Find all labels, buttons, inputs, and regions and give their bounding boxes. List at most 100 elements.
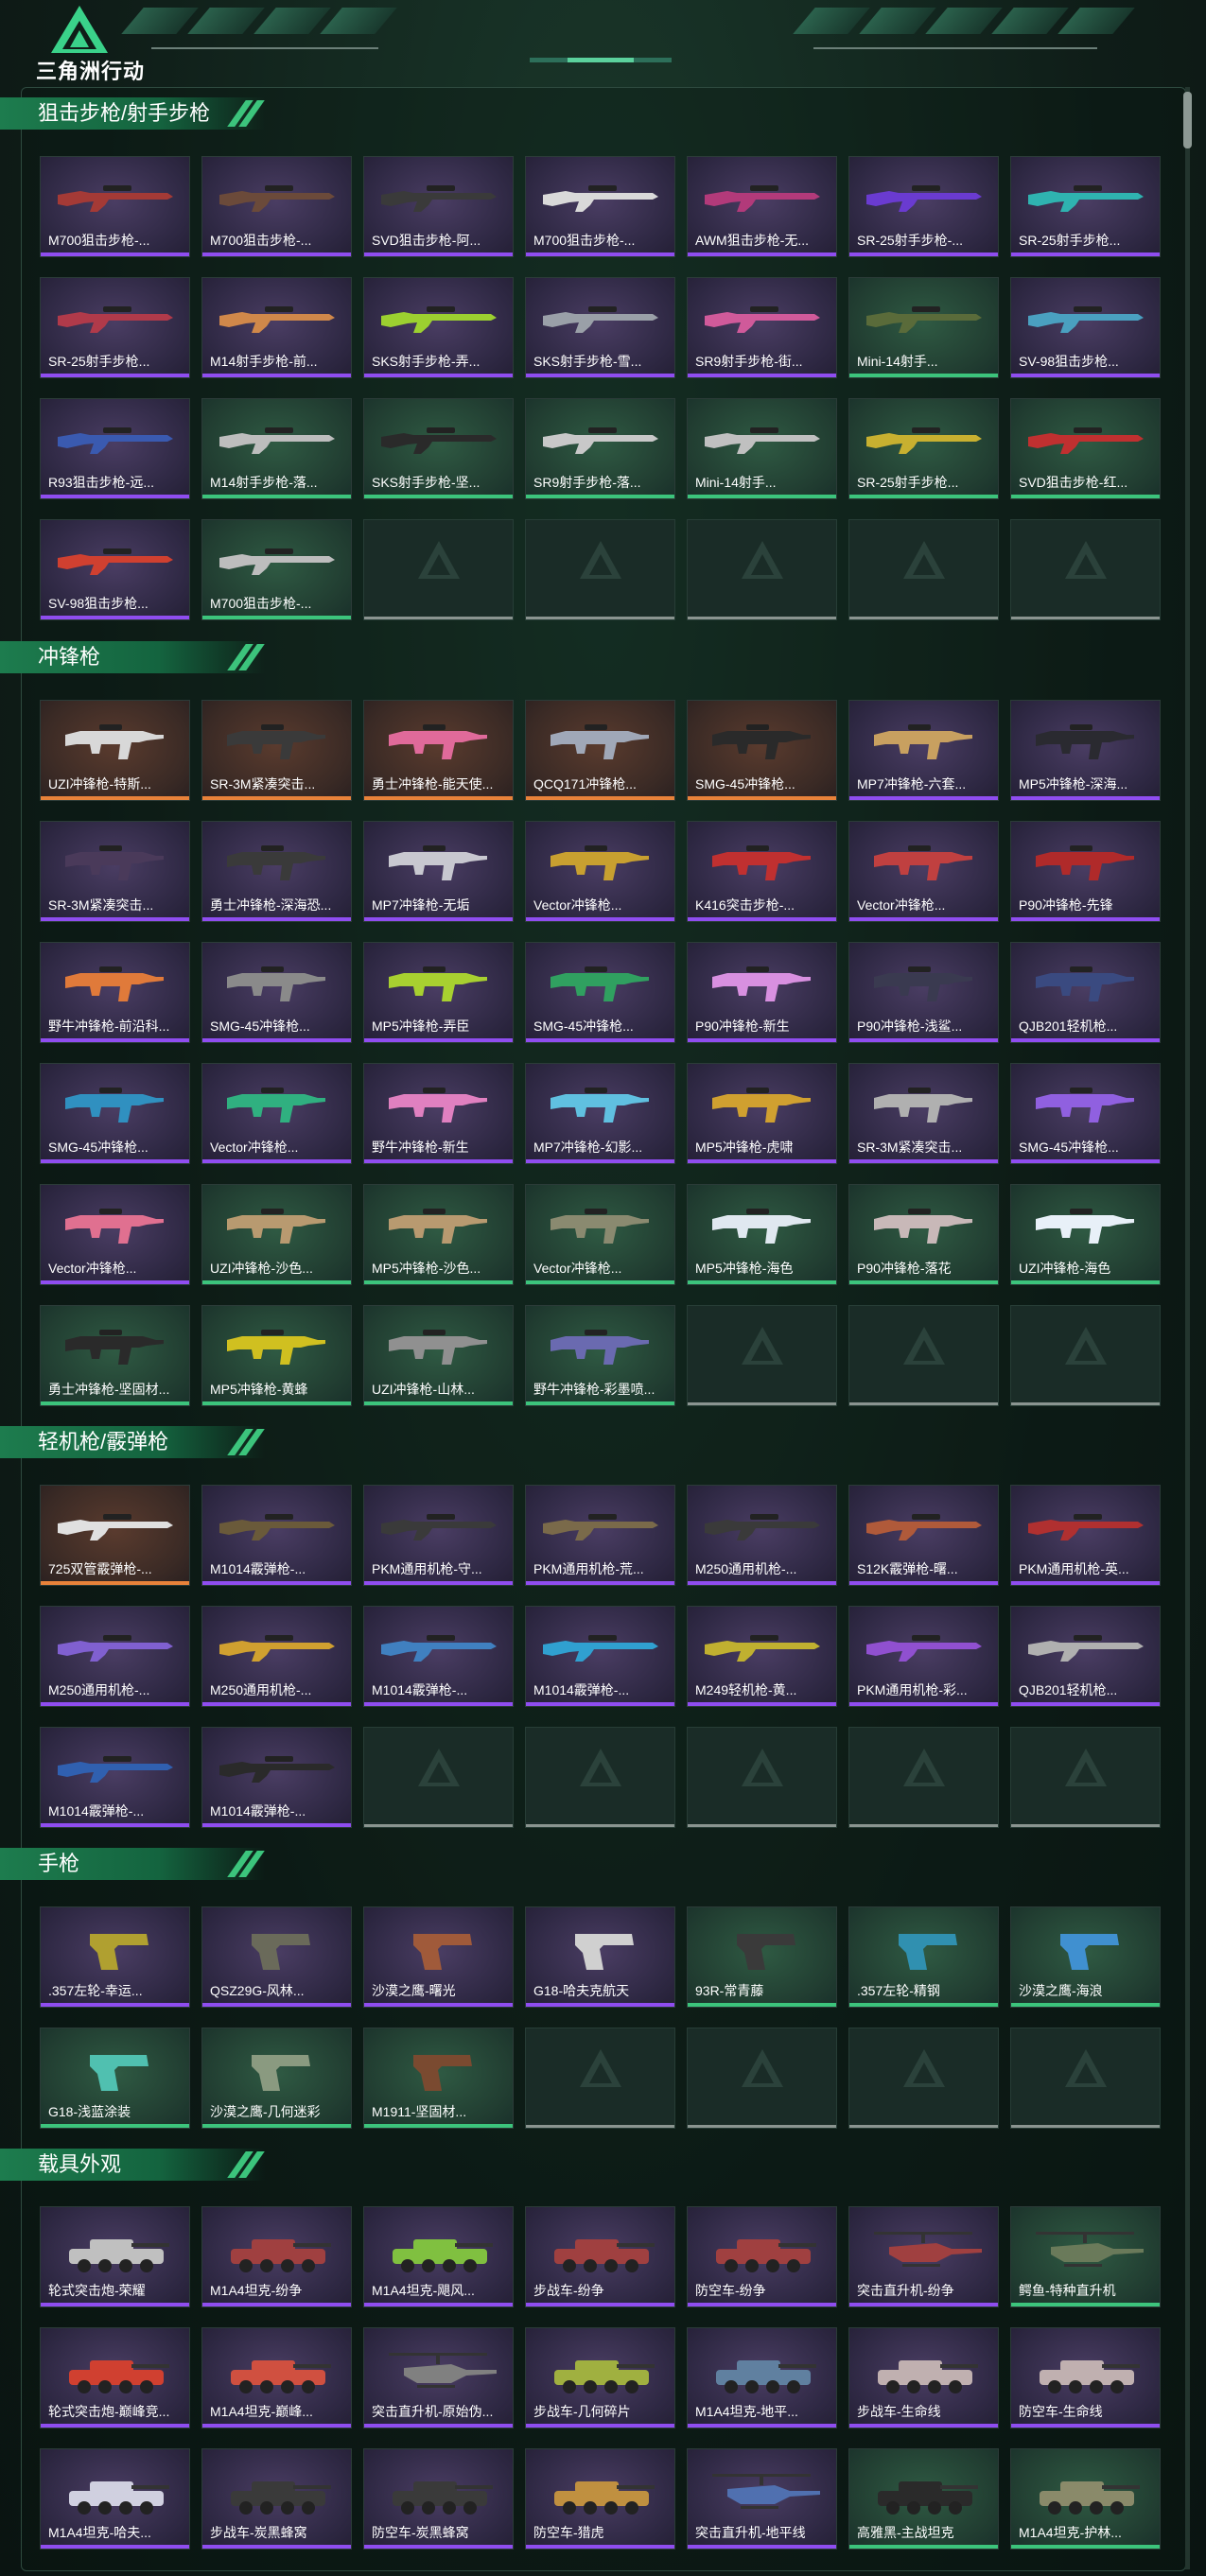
item-card[interactable]: PKM通用机枪-彩... <box>848 1606 999 1707</box>
item-card[interactable]: 防空车-猎虎 <box>525 2448 675 2550</box>
item-card[interactable]: 沙漠之鹰-海浪 <box>1010 1906 1161 2008</box>
item-card[interactable]: M1A4坦克-巅峰... <box>201 2327 352 2428</box>
item-card[interactable]: SR-25射手步枪-... <box>848 156 999 257</box>
item-card[interactable]: UZI冲锋枪-特斯... <box>40 700 190 801</box>
item-card[interactable]: P90冲锋枪-落花 <box>848 1184 999 1285</box>
item-card[interactable]: M700狙击步枪-... <box>525 156 675 257</box>
item-card[interactable]: SR-25射手步枪... <box>1010 156 1161 257</box>
item-card[interactable]: Mini-14射手... <box>848 277 999 378</box>
item-card[interactable]: Vector冲锋枪... <box>525 821 675 922</box>
item-card[interactable]: MP5冲锋枪-黄蜂 <box>201 1305 352 1406</box>
item-card[interactable]: 鳄鱼-特种直升机 <box>1010 2206 1161 2307</box>
item-card[interactable]: SR-3M紧凑突击... <box>848 1063 999 1164</box>
item-card[interactable]: G18-哈夫克航天 <box>525 1906 675 2008</box>
item-card[interactable]: P90冲锋枪-先锋 <box>1010 821 1161 922</box>
item-card[interactable]: 步战车-炭黑蜂窝 <box>201 2448 352 2550</box>
item-card[interactable]: 防空车-生命线 <box>1010 2327 1161 2428</box>
item-card[interactable]: 突击直升机-纷争 <box>848 2206 999 2307</box>
item-card[interactable]: PKM通用机枪-守... <box>363 1485 514 1586</box>
item-card[interactable]: PKM通用机枪-英... <box>1010 1485 1161 1586</box>
item-card[interactable]: M1911-坚固材... <box>363 2028 514 2129</box>
item-card[interactable]: M1014霰弹枪-... <box>40 1727 190 1828</box>
item-card[interactable]: SR-3M紧凑突击... <box>201 700 352 801</box>
item-card[interactable]: M1014霰弹枪-... <box>201 1727 352 1828</box>
item-card[interactable]: MP7冲锋枪-六套... <box>848 700 999 801</box>
item-card[interactable]: R93狙击步枪-远... <box>40 398 190 499</box>
item-card[interactable]: SV-98狙击步枪... <box>40 519 190 620</box>
item-card[interactable]: MP7冲锋枪-无垢 <box>363 821 514 922</box>
item-card[interactable]: UZI冲锋枪-山林... <box>363 1305 514 1406</box>
item-card[interactable]: M250通用机枪-... <box>687 1485 837 1586</box>
item-card[interactable]: SV-98狙击步枪... <box>1010 277 1161 378</box>
scrollbar-track[interactable] <box>1185 87 1190 2569</box>
item-card[interactable]: SMG-45冲锋枪... <box>687 700 837 801</box>
item-card[interactable]: 轮式突击炮-巅峰竞... <box>40 2327 190 2428</box>
item-card[interactable]: SKS射手步枪-弄... <box>363 277 514 378</box>
item-card[interactable]: S12K霰弹枪-曙... <box>848 1485 999 1586</box>
item-card[interactable]: QJB201轻机枪... <box>1010 1606 1161 1707</box>
item-card[interactable]: 勇士冲锋枪-深海恐... <box>201 821 352 922</box>
item-card[interactable]: UZI冲锋枪-海色 <box>1010 1184 1161 1285</box>
item-card[interactable]: SMG-45冲锋枪... <box>40 1063 190 1164</box>
item-card[interactable]: SVD狙击步枪-阿... <box>363 156 514 257</box>
item-card[interactable]: 沙漠之鹰-几何迷彩 <box>201 2028 352 2129</box>
item-card[interactable]: 725双管霰弹枪-... <box>40 1485 190 1586</box>
item-card[interactable]: P90冲锋枪-浅鲨... <box>848 942 999 1043</box>
item-card[interactable]: SR-25射手步枪... <box>40 277 190 378</box>
item-card[interactable]: Vector冲锋枪... <box>201 1063 352 1164</box>
item-card[interactable]: 野牛冲锋枪-前沿科... <box>40 942 190 1043</box>
item-card[interactable]: 防空车-炭黑蜂窝 <box>363 2448 514 2550</box>
item-card[interactable]: SMG-45冲锋枪... <box>1010 1063 1161 1164</box>
item-card[interactable]: QCQ171冲锋枪... <box>525 700 675 801</box>
item-card[interactable]: SVD狙击步枪-红... <box>1010 398 1161 499</box>
item-card[interactable]: 野牛冲锋枪-新生 <box>363 1063 514 1164</box>
item-card[interactable]: 勇士冲锋枪-坚固材... <box>40 1305 190 1406</box>
item-card[interactable]: SMG-45冲锋枪... <box>525 942 675 1043</box>
item-card[interactable]: SKS射手步枪-坚... <box>363 398 514 499</box>
item-card[interactable]: 沙漠之鹰-曙光 <box>363 1906 514 2008</box>
item-card[interactable]: Vector冲锋枪... <box>40 1184 190 1285</box>
item-card[interactable]: QSZ29G-风林... <box>201 1906 352 2008</box>
item-card[interactable]: SKS射手步枪-雪... <box>525 277 675 378</box>
item-card[interactable]: SR9射手步枪-落... <box>525 398 675 499</box>
item-card[interactable]: AWM狙击步枪-无... <box>687 156 837 257</box>
item-card[interactable]: PKM通用机枪-荒... <box>525 1485 675 1586</box>
item-card[interactable]: M1A4坦克-护林... <box>1010 2448 1161 2550</box>
item-card[interactable]: M1014霰弹枪-... <box>525 1606 675 1707</box>
item-card[interactable]: M1014霰弹枪-... <box>363 1606 514 1707</box>
item-card[interactable]: MP7冲锋枪-幻影... <box>525 1063 675 1164</box>
item-card[interactable]: M1A4坦克-地平... <box>687 2327 837 2428</box>
item-card[interactable]: SR-25射手步枪... <box>848 398 999 499</box>
item-card[interactable]: 步战车-生命线 <box>848 2327 999 2428</box>
item-card[interactable]: M700狙击步枪-... <box>201 156 352 257</box>
item-card[interactable]: M1A4坦克-哈夫... <box>40 2448 190 2550</box>
item-card[interactable]: 勇士冲锋枪-能天使... <box>363 700 514 801</box>
item-card[interactable]: MP5冲锋枪-深海... <box>1010 700 1161 801</box>
item-card[interactable]: M14射手步枪-前... <box>201 277 352 378</box>
item-card[interactable]: UZI冲锋枪-沙色... <box>201 1184 352 1285</box>
item-card[interactable]: 步战车-纷争 <box>525 2206 675 2307</box>
item-card[interactable]: 防空车-纷争 <box>687 2206 837 2307</box>
item-card[interactable]: QJB201轻机枪... <box>1010 942 1161 1043</box>
item-card[interactable]: M14射手步枪-落... <box>201 398 352 499</box>
item-card[interactable]: M1A4坦克-纷争 <box>201 2206 352 2307</box>
item-card[interactable]: K416突击步枪-... <box>687 821 837 922</box>
item-card[interactable]: M250通用机枪-... <box>40 1606 190 1707</box>
item-card[interactable]: 轮式突击炮-荣耀 <box>40 2206 190 2307</box>
item-card[interactable]: M249轻机枪-黄... <box>687 1606 837 1707</box>
item-card[interactable]: 步战车-几何碎片 <box>525 2327 675 2428</box>
item-card[interactable]: Vector冲锋枪... <box>848 821 999 922</box>
item-card[interactable]: SR-3M紧凑突击... <box>40 821 190 922</box>
item-card[interactable]: Mini-14射手... <box>687 398 837 499</box>
item-card[interactable]: SMG-45冲锋枪... <box>201 942 352 1043</box>
item-card[interactable]: MP5冲锋枪-海色 <box>687 1184 837 1285</box>
item-card[interactable]: 高雅黑-主战坦克 <box>848 2448 999 2550</box>
item-card[interactable]: 93R-常青藤 <box>687 1906 837 2008</box>
item-card[interactable]: M700狙击步枪-... <box>40 156 190 257</box>
item-card[interactable]: M700狙击步枪-... <box>201 519 352 620</box>
item-card[interactable]: SR9射手步枪-街... <box>687 277 837 378</box>
item-card[interactable]: MP5冲锋枪-弄臣 <box>363 942 514 1043</box>
item-card[interactable]: Vector冲锋枪... <box>525 1184 675 1285</box>
item-card[interactable]: .357左轮-精钢 <box>848 1906 999 2008</box>
item-card[interactable]: G18-浅蓝涂装 <box>40 2028 190 2129</box>
